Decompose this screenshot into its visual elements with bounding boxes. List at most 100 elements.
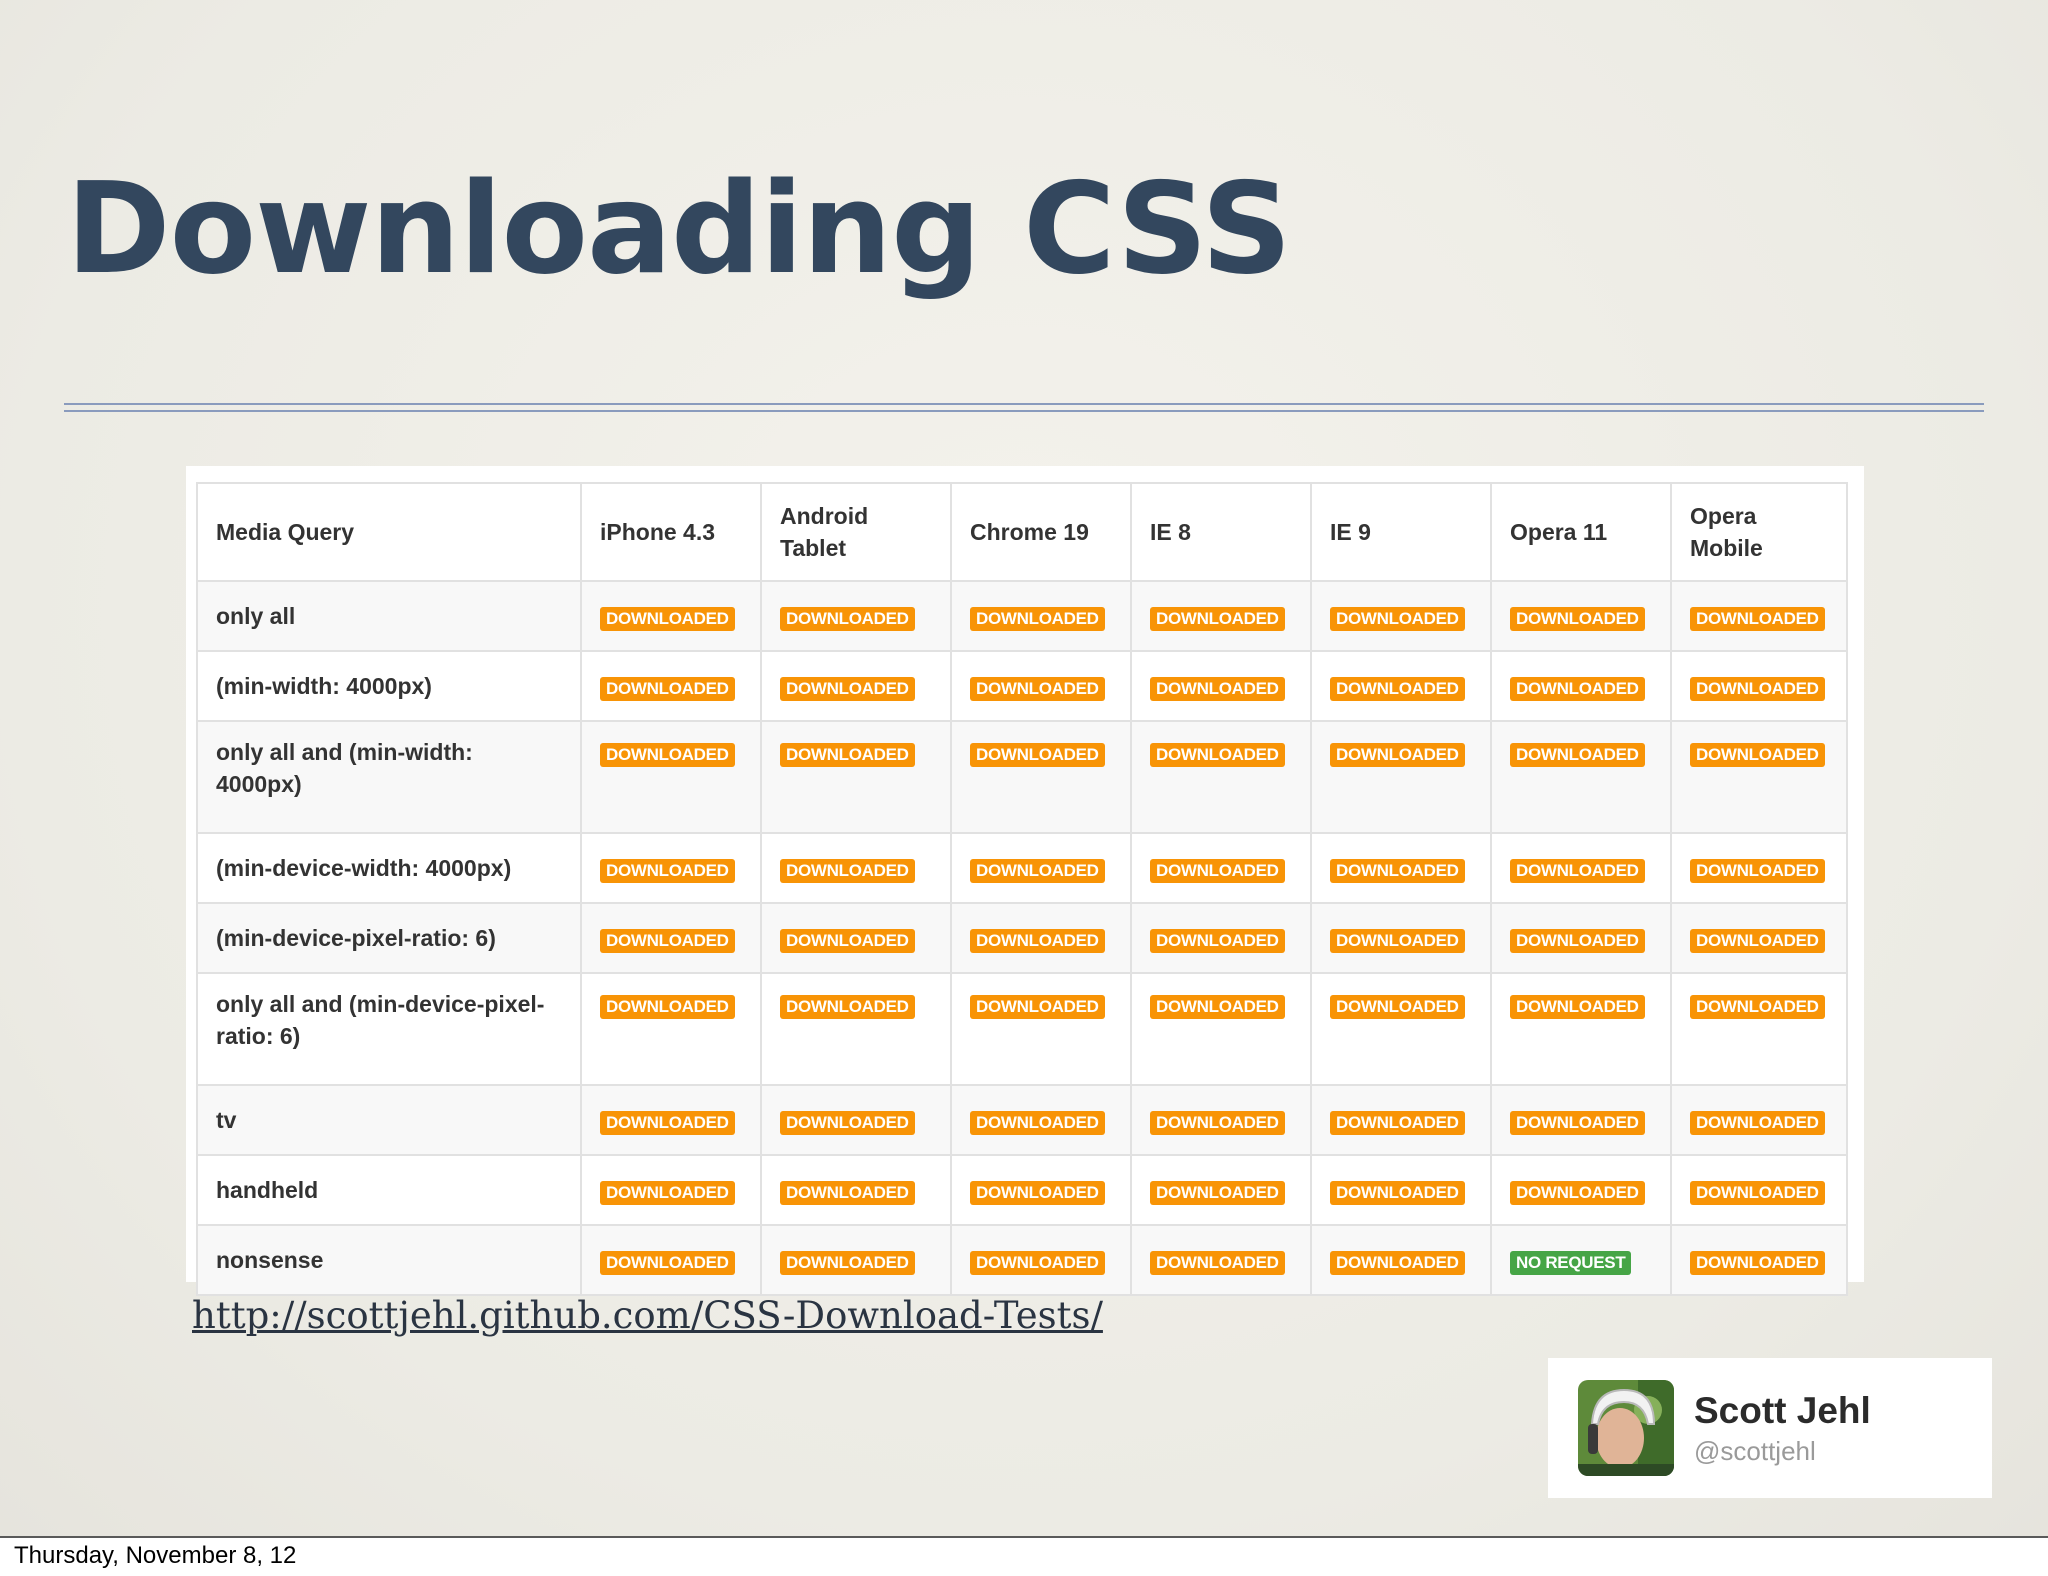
downloaded-badge: DOWNLOADED — [600, 1181, 735, 1205]
downloaded-badge: DOWNLOADED — [1150, 1181, 1285, 1205]
downloaded-badge: DOWNLOADED — [970, 1111, 1105, 1135]
media-query-cell: (min-device-width: 4000px) — [196, 832, 582, 904]
table-row: (min-device-width: 4000px) DOWNLOADED DOWN… — [196, 832, 1848, 904]
result-cell: DOWNLOADED — [950, 650, 1132, 722]
title-divider-line — [64, 403, 1984, 405]
result-cell: DOWNLOADED — [1490, 1154, 1672, 1226]
result-cell: DOWNLOADED — [1310, 1084, 1492, 1156]
slide: Downloading CSS Media Query iPhone 4.3 And… — [0, 0, 2048, 1538]
downloaded-badge: DOWNLOADED — [1510, 1111, 1645, 1135]
downloaded-badge: DOWNLOADED — [1510, 607, 1645, 631]
downloaded-badge: DOWNLOADED — [1330, 995, 1465, 1019]
downloaded-badge: DOWNLOADED — [970, 995, 1105, 1019]
table-row: only all and (min-width: 4000px) DOWNLOAD… — [196, 720, 1848, 834]
downloaded-badge: DOWNLOADED — [1150, 743, 1285, 767]
column-header-browser: Opera 11 — [1490, 482, 1672, 582]
downloaded-badge: DOWNLOADED — [970, 929, 1105, 953]
downloaded-badge: DOWNLOADED — [780, 1251, 915, 1275]
user-avatar-photo-icon — [1578, 1380, 1674, 1476]
downloaded-badge: DOWNLOADED — [600, 677, 735, 701]
result-cell: DOWNLOADED — [950, 720, 1132, 834]
result-cell: DOWNLOADED — [580, 720, 762, 834]
downloaded-badge: DOWNLOADED — [1510, 1181, 1645, 1205]
results-table: Media Query iPhone 4.3 Android Tablet Chrom… — [196, 482, 1848, 1296]
downloaded-badge: DOWNLOADED — [780, 743, 915, 767]
column-header-media-query: Media Query — [196, 482, 582, 582]
table-row: (min-device-pixel-ratio: 6) DOWNLOADED DOW… — [196, 902, 1848, 974]
avatar — [1578, 1380, 1674, 1476]
result-cell: DOWNLOADED — [1310, 1154, 1492, 1226]
media-query-cell: (min-device-pixel-ratio: 6) — [196, 902, 582, 974]
result-cell: DOWNLOADED — [950, 972, 1132, 1086]
no-request-badge: NO REQUEST — [1510, 1251, 1632, 1275]
result-cell: DOWNLOADED — [1130, 1154, 1312, 1226]
downloaded-badge: DOWNLOADED — [1690, 859, 1825, 883]
result-cell: DOWNLOADED — [950, 1224, 1132, 1296]
downloaded-badge: DOWNLOADED — [1510, 677, 1645, 701]
table-row: only all and (min-device-pixel-ratio: 6)… — [196, 972, 1848, 1086]
downloaded-badge: DOWNLOADED — [1330, 1181, 1465, 1205]
column-header-browser: iPhone 4.3 — [580, 482, 762, 582]
result-cell: DOWNLOADED — [1130, 580, 1312, 652]
media-query-cell: only all and (min-device-pixel-ratio: 6) — [196, 972, 582, 1086]
column-header-browser: Android Tablet — [760, 482, 952, 582]
column-header-browser: IE 9 — [1310, 482, 1492, 582]
media-query-cell: nonsense — [196, 1224, 582, 1296]
table-row: tv DOWNLOADED DOWNLOADED DOWNLOADED DOWNLOAD… — [196, 1084, 1848, 1156]
result-cell: DOWNLOADED — [580, 832, 762, 904]
downloaded-badge: DOWNLOADED — [1690, 607, 1825, 631]
author-profile-card: Scott Jehl @scottjehl — [1548, 1358, 1992, 1498]
column-header-browser: IE 8 — [1130, 482, 1312, 582]
media-query-cell: only all and (min-width: 4000px) — [196, 720, 582, 834]
media-query-cell: handheld — [196, 1154, 582, 1226]
downloaded-badge: DOWNLOADED — [1510, 743, 1645, 767]
result-cell: DOWNLOADED — [1130, 902, 1312, 974]
result-cell: DOWNLOADED — [580, 1224, 762, 1296]
profile-handle: @scottjehl — [1694, 1436, 1816, 1466]
table-body: only all DOWNLOADED DOWNLOADED DOWNLOADED DO… — [196, 580, 1848, 1296]
downloaded-badge: DOWNLOADED — [1690, 1251, 1825, 1275]
result-cell: DOWNLOADED — [1490, 972, 1672, 1086]
result-cell: DOWNLOADED — [1310, 1224, 1492, 1296]
downloaded-badge: DOWNLOADED — [780, 859, 915, 883]
downloaded-badge: DOWNLOADED — [1690, 743, 1825, 767]
media-query-cell: only all — [196, 580, 582, 652]
result-cell: DOWNLOADED — [760, 720, 952, 834]
profile-name: Scott Jehl — [1694, 1390, 1871, 1431]
result-cell: DOWNLOADED — [1670, 1154, 1848, 1226]
downloaded-badge: DOWNLOADED — [1150, 1251, 1285, 1275]
result-cell: DOWNLOADED — [580, 1154, 762, 1226]
result-cell: DOWNLOADED — [1670, 650, 1848, 722]
table-row: handheld DOWNLOADED DOWNLOADED DOWNLOADED DO… — [196, 1154, 1848, 1226]
downloaded-badge: DOWNLOADED — [1690, 995, 1825, 1019]
result-cell: DOWNLOADED — [760, 650, 952, 722]
downloaded-badge: DOWNLOADED — [1690, 1181, 1825, 1205]
result-cell: DOWNLOADED — [1670, 580, 1848, 652]
test-suite-link[interactable]: http://scottjehl.github.com/CSS-Download… — [192, 1294, 1103, 1337]
downloaded-badge: DOWNLOADED — [1330, 607, 1465, 631]
result-cell: DOWNLOADED — [1130, 972, 1312, 1086]
downloaded-badge: DOWNLOADED — [780, 1181, 915, 1205]
result-cell: DOWNLOADED — [580, 580, 762, 652]
result-cell: DOWNLOADED — [760, 580, 952, 652]
downloaded-badge: DOWNLOADED — [1330, 929, 1465, 953]
result-cell: DOWNLOADED — [1310, 720, 1492, 834]
result-cell: DOWNLOADED — [1310, 832, 1492, 904]
downloaded-badge: DOWNLOADED — [780, 995, 915, 1019]
result-cell: DOWNLOADED — [760, 972, 952, 1086]
downloaded-badge: DOWNLOADED — [1690, 1111, 1825, 1135]
downloaded-badge: DOWNLOADED — [600, 859, 735, 883]
result-cell: DOWNLOADED — [1490, 1084, 1672, 1156]
result-cell: DOWNLOADED — [1310, 972, 1492, 1086]
downloaded-badge: DOWNLOADED — [1150, 995, 1285, 1019]
result-cell: DOWNLOADED — [1670, 832, 1848, 904]
downloaded-badge: DOWNLOADED — [1150, 929, 1285, 953]
downloaded-badge: DOWNLOADED — [970, 1251, 1105, 1275]
column-header-browser: Chrome 19 — [950, 482, 1132, 582]
table-row: only all DOWNLOADED DOWNLOADED DOWNLOADED DO… — [196, 580, 1848, 652]
downloaded-badge: DOWNLOADED — [780, 607, 915, 631]
results-table-panel: Media Query iPhone 4.3 Android Tablet Chrom… — [186, 466, 1864, 1296]
downloaded-badge: DOWNLOADED — [1510, 929, 1645, 953]
result-cell: DOWNLOADED — [950, 902, 1132, 974]
result-cell: DOWNLOADED — [1490, 580, 1672, 652]
